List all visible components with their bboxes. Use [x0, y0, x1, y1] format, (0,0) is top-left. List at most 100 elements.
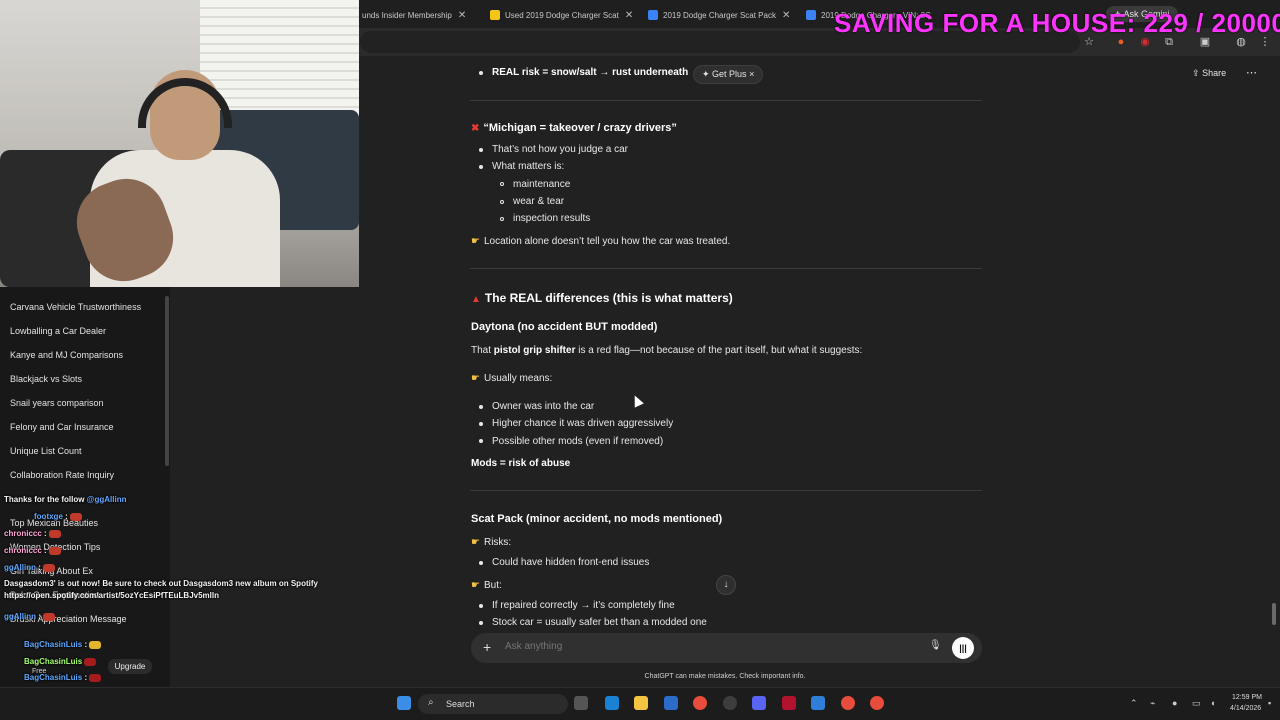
tab-label: unds Insider Membership: [362, 10, 452, 20]
app-icon[interactable]: [811, 696, 825, 710]
more-options-icon[interactable]: ⋯: [1246, 66, 1257, 79]
sidebar-item[interactable]: Collaboration Rate Inquiry: [10, 470, 114, 480]
get-plus-label: Get Plus: [712, 69, 747, 79]
browser-tab[interactable]: 2019 Dodge Charger Scat Pack ✕: [648, 4, 796, 26]
chat-message: Dasgasdom3' is out now! Be sure to check…: [4, 579, 318, 600]
microphone-icon[interactable]: 🎙: [929, 640, 942, 654]
tray-chevron-icon[interactable]: ⌃: [1130, 698, 1138, 709]
adobe-icon[interactable]: [782, 696, 796, 710]
chrome-icon[interactable]: [693, 696, 707, 710]
bullet-icon: [479, 405, 483, 409]
chat-line: BagChasinLuis: [4, 657, 97, 666]
browser-tab[interactable]: unds Insider Membership ✕: [362, 4, 478, 26]
get-plus-button[interactable]: ✦ Get Plus ×: [693, 65, 764, 84]
section-heading: ▲ The REAL differences (this is what matt…: [471, 291, 733, 305]
message-text: ☛ Location alone doesn’t tell you how the…: [471, 236, 730, 247]
message-text: Higher chance it was driven aggressively: [492, 418, 674, 429]
speaker-icon[interactable]: ◖: [1210, 698, 1215, 708]
disclaimer-text: ChatGPT can make mistakes. Check importa…: [644, 673, 806, 680]
store-icon[interactable]: [664, 696, 678, 710]
edge-icon[interactable]: [605, 696, 619, 710]
sidebar-item[interactable]: Blackjack vs Slots: [10, 374, 82, 384]
search-icon: ⌕: [428, 697, 434, 708]
chrome-icon[interactable]: [870, 696, 884, 710]
share-label: Share: [1202, 68, 1227, 78]
chat-username: chroniccc: [4, 546, 42, 555]
bullet-icon: [479, 71, 483, 75]
chat-username: footxge: [34, 512, 63, 521]
chat-line: Dasgasdom3' is out now! Be sure to check…: [4, 578, 330, 602]
sidebar-item[interactable]: Felony and Car Insurance: [10, 422, 114, 432]
message-text: ☛ Risks:: [471, 537, 511, 548]
pointing-hand-icon: ☛: [471, 580, 480, 591]
browser-tab[interactable]: Used 2019 Dodge Charger Scat ✕: [490, 4, 640, 26]
tab-favicon-icon: [490, 10, 500, 20]
scroll-down-button[interactable]: ↓: [716, 575, 736, 595]
message-text: Stock car = usually safer bet than a mod…: [492, 617, 707, 628]
message-text: What matters is:: [492, 161, 565, 172]
bullet-icon: [479, 561, 483, 565]
sidebar-item[interactable]: Carvana Vehicle Trustworthiness: [10, 302, 141, 312]
clock-date[interactable]: 4/14/2026: [1230, 705, 1261, 712]
close-icon[interactable]: ×: [749, 69, 754, 79]
message-text: Could have hidden front-end issues: [492, 557, 650, 568]
microphone-icon[interactable]: ●: [1172, 698, 1177, 708]
message-text: REAL risk = snow/salt → rust underneath: [492, 67, 689, 78]
share-button[interactable]: ⇪ Share: [1192, 68, 1226, 79]
tab-favicon-icon: [806, 10, 816, 20]
discord-icon[interactable]: [752, 696, 766, 710]
pointing-hand-icon: ☛: [471, 373, 480, 384]
prompt-input[interactable]: [505, 641, 905, 652]
chat-username: ggAllinn: [4, 563, 36, 572]
notification-icon[interactable]: ▪: [1268, 698, 1271, 708]
tab-favicon-icon: [648, 10, 658, 20]
close-icon[interactable]: ✕: [458, 10, 466, 21]
main-scrollbar[interactable]: [1272, 603, 1276, 625]
windows-start-icon[interactable]: [397, 696, 411, 710]
label-text: Risks:: [483, 537, 512, 548]
bullet-icon: [479, 148, 483, 152]
chat-username: BagChasinLuis: [24, 640, 83, 649]
sidebar-item[interactable]: Lowballing a Car Dealer: [10, 326, 106, 336]
label-text: Usually means:: [483, 373, 553, 384]
chrome-icon[interactable]: [841, 696, 855, 710]
message-text: wear & tear: [513, 196, 565, 207]
upgrade-button[interactable]: Upgrade: [108, 659, 152, 674]
file-explorer-icon[interactable]: [634, 696, 648, 710]
divider: [470, 268, 982, 269]
display-icon[interactable]: ▭: [1192, 698, 1201, 709]
clock-time[interactable]: 12:59 PM: [1232, 694, 1262, 701]
message-text: maintenance: [513, 179, 571, 190]
sidebar-item[interactable]: Snail years comparison: [10, 398, 104, 408]
message-text: That pistol grip shifter is a red flag—n…: [471, 345, 862, 356]
obs-icon[interactable]: [723, 696, 737, 710]
sidebar-scrollbar[interactable]: [165, 296, 169, 466]
chat-username: ggAllinn: [4, 612, 36, 621]
chat-line: ggAllinn :: [4, 563, 55, 572]
emote-icon: [89, 673, 102, 682]
close-icon[interactable]: ✕: [625, 10, 633, 21]
bullet-icon: [479, 621, 483, 625]
heading-text: The REAL differences (this is what matte…: [484, 291, 733, 305]
network-icon[interactable]: ⌁: [1150, 698, 1155, 709]
sidebar-item[interactable]: Kanye and MJ Comparisons: [10, 350, 123, 360]
arrow-down-icon: ↓: [723, 579, 729, 590]
message-text: Possible other mods (even if removed): [492, 436, 664, 447]
tab-label: 2019 Dodge Charger Scat Pack: [663, 10, 776, 20]
chat-line: Thanks for the follow @ggAllinn: [4, 495, 126, 504]
close-icon[interactable]: ✕: [782, 10, 790, 21]
chat-line: BagChasinLuis :: [4, 673, 102, 682]
add-attachment-button[interactable]: +: [483, 639, 491, 655]
task-view-icon[interactable]: [574, 696, 588, 710]
bold-text: pistol grip shifter: [493, 345, 576, 356]
taskbar-search[interactable]: [418, 694, 568, 714]
voice-mode-button[interactable]: |||: [952, 637, 974, 659]
sidebar-item[interactable]: Unique List Count: [10, 446, 82, 456]
divider: [470, 100, 982, 101]
emote-icon: [48, 546, 61, 555]
pointing-hand-icon: ☛: [471, 236, 480, 247]
bullet-icon: [500, 182, 504, 186]
chat-line: footxge :: [4, 512, 82, 521]
webcam-feed: [0, 0, 359, 287]
bullet-icon: [479, 439, 483, 443]
